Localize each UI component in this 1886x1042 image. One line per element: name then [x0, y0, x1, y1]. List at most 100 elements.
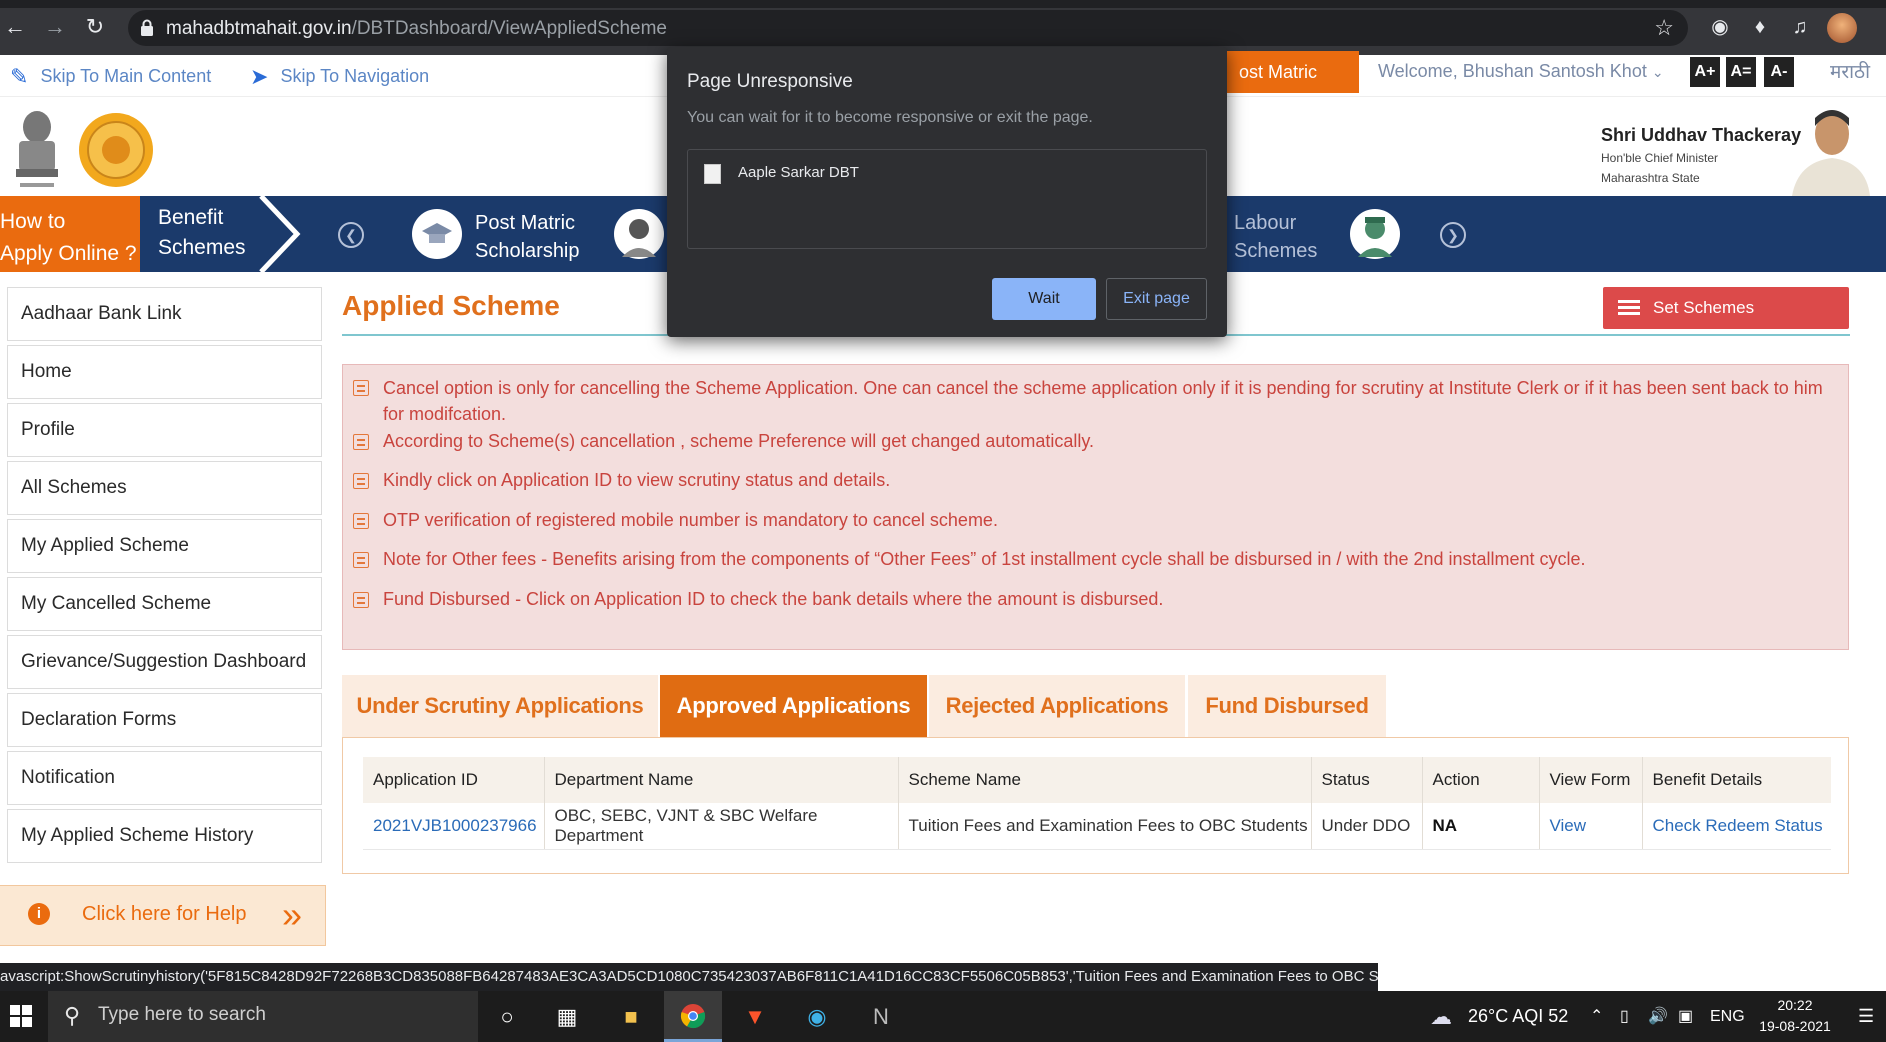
maharashtra-seal-logo — [79, 113, 153, 187]
student-avatar-icon — [614, 209, 664, 259]
page-unresponsive-dialog: Page Unresponsive You can wait for it to… — [667, 47, 1227, 337]
note-item: According to Scheme(s) cancellation , sc… — [383, 431, 1095, 451]
post-matric-home-button[interactable]: ost Matric Home — [1225, 51, 1359, 93]
note-icon — [353, 473, 369, 489]
profile-avatar[interactable] — [1827, 13, 1857, 43]
column-header: Status — [1311, 757, 1423, 803]
labour-worker-icon — [1350, 209, 1400, 259]
exit-page-button[interactable]: Exit page — [1106, 278, 1207, 320]
application-id-link[interactable]: 2021VJB1000237966 — [363, 803, 545, 850]
sidebar-item-grievance-dashboard[interactable]: Grievance/Suggestion Dashboard — [7, 635, 322, 689]
labour-schemes-link[interactable]: Labour Schemes — [1234, 209, 1317, 265]
dialog-page-list: Aaple Sarkar DBT — [687, 149, 1207, 249]
url-text: mahadbtmahait.gov.in/DBTDashboard/ViewAp… — [166, 18, 667, 39]
font-increase-button[interactable]: A+ — [1690, 57, 1720, 87]
skip-main-link[interactable]: ✎ Skip To Main Content — [10, 64, 211, 90]
note-icon — [353, 380, 369, 396]
scheme1-line1: Post Matric — [475, 212, 576, 234]
navigation-arrow-icon: ➤ — [250, 64, 269, 89]
chevron-separator-icon — [259, 196, 301, 272]
forward-icon[interactable]: → — [42, 14, 68, 40]
notion-icon[interactable]: N — [852, 991, 910, 1042]
windows-taskbar: ⚲ Type here to search ○ ▦ ■ ▼ ◉ N ☁ 26°C… — [0, 991, 1886, 1042]
sidebar-item-aadhaar-bank-link[interactable]: Aadhaar Bank Link — [7, 287, 322, 341]
table-header-row: Application ID Department Name Scheme Na… — [363, 757, 1831, 803]
cortana-icon[interactable]: ○ — [478, 991, 536, 1042]
how-to-apply-link[interactable]: How to Apply Online ? — [0, 196, 140, 272]
carousel-next-icon[interactable]: ❯ — [1440, 222, 1466, 248]
view-form-link[interactable]: View — [1539, 803, 1643, 850]
set-schemes-preferences-button[interactable]: Set Schemes Preferences — [1603, 287, 1849, 359]
cm-name: Shri Uddhav Thackeray — [1601, 125, 1802, 145]
battery-icon[interactable]: ▯ — [1620, 991, 1629, 1042]
carousel-prev-icon[interactable]: ❮ — [338, 222, 364, 248]
note-item: OTP verification of registered mobile nu… — [383, 510, 998, 530]
back-icon[interactable]: ← — [2, 14, 28, 40]
action-cell: NA — [1422, 803, 1540, 850]
taskbar-search-placeholder: Type here to search — [98, 1004, 266, 1025]
extension-glasses-icon[interactable]: ◉ — [1708, 15, 1732, 39]
reload-icon[interactable]: ↻ — [82, 14, 108, 40]
bookmark-star-icon[interactable]: ☆ — [1654, 15, 1674, 41]
taskbar-search-box[interactable]: ⚲ Type here to search — [48, 991, 478, 1042]
scheme2-line2: Schemes — [1234, 240, 1318, 262]
note-item: Kindly click on Application ID to view s… — [383, 470, 891, 490]
cm-title: Hon'ble Chief Minister — [1601, 151, 1719, 165]
benefit-line1: Benefit — [158, 206, 224, 229]
tab-approved[interactable]: Approved Applications — [660, 675, 927, 737]
task-view-icon[interactable]: ▦ — [538, 991, 596, 1042]
tab-under-scrutiny[interactable]: Under Scrutiny Applications — [342, 675, 658, 737]
tab-rejected[interactable]: Rejected Applications — [929, 675, 1185, 737]
list-icon — [1618, 300, 1640, 315]
note-item: Note for Other fees - Benefits arising f… — [383, 549, 1586, 569]
media-control-icon[interactable]: ♫ — [1788, 15, 1812, 39]
tray-chevron-up-icon[interactable]: ⌃ — [1590, 991, 1603, 1042]
wait-button[interactable]: Wait — [992, 278, 1096, 320]
dialog-title: Page Unresponsive — [687, 71, 853, 92]
help-button[interactable]: i Click here for Help » — [0, 885, 326, 946]
font-decrease-button[interactable]: A- — [1764, 57, 1794, 87]
sidebar-item-declaration-forms[interactable]: Declaration Forms — [7, 693, 322, 747]
weather-text[interactable]: 26°C AQI 52 — [1468, 991, 1568, 1042]
edge-icon[interactable]: ◉ — [788, 991, 846, 1042]
sidebar-item-notification[interactable]: Notification — [7, 751, 322, 805]
sidebar-item-my-cancelled-scheme[interactable]: My Cancelled Scheme — [7, 577, 322, 631]
scheme2-line1: Labour — [1234, 212, 1297, 234]
windows-start-icon[interactable] — [10, 1005, 32, 1027]
tab-fund-disbursed[interactable]: Fund Disbursed — [1188, 675, 1386, 737]
notification-center-icon[interactable]: ☰ — [1858, 991, 1874, 1042]
pencil-icon: ✎ — [10, 64, 29, 89]
file-explorer-icon[interactable]: ■ — [602, 991, 660, 1042]
column-header: Benefit Details — [1642, 757, 1831, 803]
sidebar-item-profile[interactable]: Profile — [7, 403, 322, 457]
graduation-cap-icon — [412, 209, 462, 259]
brave-icon[interactable]: ▼ — [726, 991, 784, 1042]
info-icon: i — [28, 903, 50, 925]
network-icon[interactable]: ▣ — [1678, 991, 1693, 1042]
language-indicator[interactable]: ENG — [1710, 991, 1745, 1042]
volume-icon[interactable]: 🔊 — [1648, 991, 1668, 1042]
double-chevron-right-icon: » — [282, 894, 303, 935]
address-bar[interactable]: mahadbtmahait.gov.in/DBTDashboard/ViewAp… — [128, 10, 1688, 46]
column-header: Action — [1422, 757, 1540, 803]
dialog-message: You can wait for it to become responsive… — [687, 109, 1093, 126]
note-item: Cancel option is only for cancelling the… — [383, 378, 1823, 424]
note-icon — [353, 552, 369, 568]
sidebar-item-home[interactable]: Home — [7, 345, 322, 399]
chrome-icon[interactable] — [664, 991, 722, 1042]
how-to-line2: Apply Online ? — [0, 242, 137, 265]
post-matric-scholarship-link[interactable]: Post Matric Scholarship — [475, 209, 580, 265]
cm-state: Maharashtra State — [1601, 171, 1700, 185]
welcome-user-menu[interactable]: Welcome, Bhushan Santosh Khot ⌄ — [1378, 61, 1664, 82]
language-toggle[interactable]: मराठी — [1830, 58, 1870, 84]
sidebar-item-all-schemes[interactable]: All Schemes — [7, 461, 322, 515]
scheme1-line2: Scholarship — [475, 240, 580, 262]
sidebar-item-applied-scheme-history[interactable]: My Applied Scheme History — [7, 809, 322, 863]
sidebar-item-my-applied-scheme[interactable]: My Applied Scheme — [7, 519, 322, 573]
extensions-puzzle-icon[interactable]: ♦ — [1748, 15, 1772, 39]
check-redeem-status-link[interactable]: Check Redeem Status — [1642, 803, 1831, 850]
clock[interactable]: 20:22 19-08-2021 — [1752, 995, 1838, 1037]
font-reset-button[interactable]: A= — [1726, 57, 1756, 87]
skip-navigation-link[interactable]: ➤ Skip To Navigation — [250, 64, 429, 90]
national-emblem-logo — [16, 111, 58, 187]
